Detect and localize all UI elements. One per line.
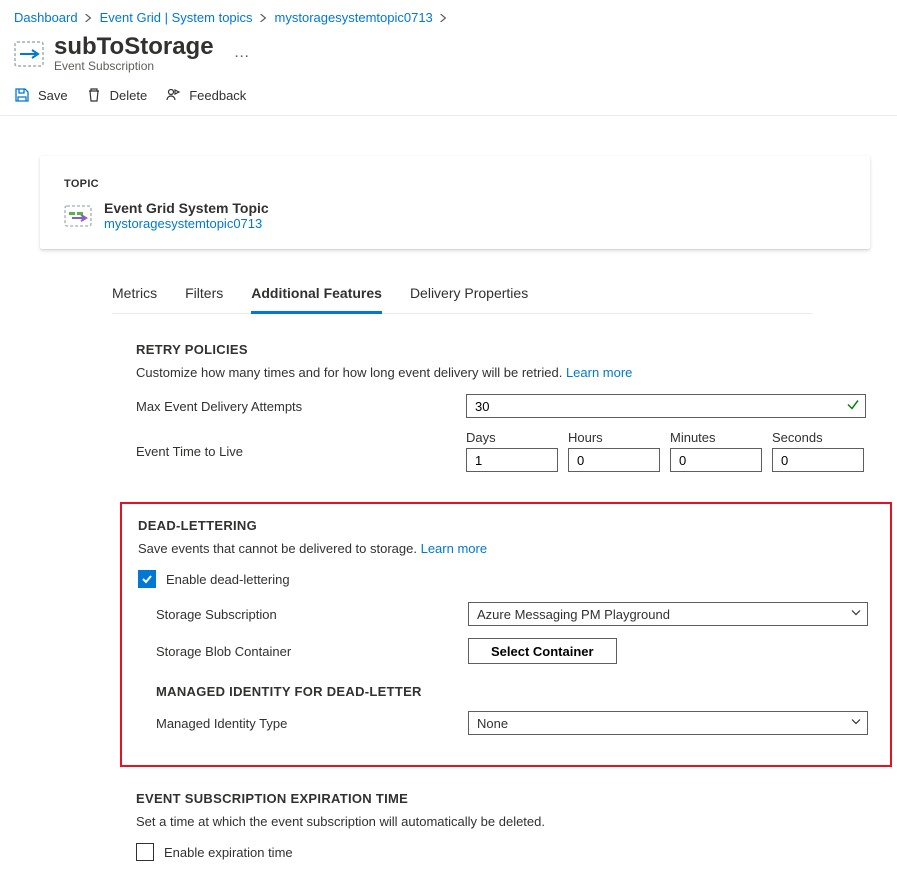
ttl-seconds-input[interactable] (772, 448, 864, 472)
row-managed-identity-type: Managed Identity Type None (138, 711, 874, 735)
tab-metrics[interactable]: Metrics (112, 277, 157, 313)
page-subtitle: Event Subscription (54, 59, 214, 73)
topic-title: Event Grid System Topic (104, 200, 269, 216)
save-label: Save (38, 88, 68, 103)
topic-card: TOPIC Event Grid System Topic mystorages… (40, 156, 870, 249)
ttl-minutes-input[interactable] (670, 448, 762, 472)
section-expiration: EVENT SUBSCRIPTION EXPIRATION TIME Set a… (136, 791, 881, 861)
breadcrumb-dashboard[interactable]: Dashboard (14, 10, 78, 25)
feedback-label: Feedback (189, 88, 246, 103)
retry-desc: Customize how many times and for how lon… (136, 365, 881, 380)
chevron-right-icon (439, 13, 449, 23)
row-storage-blob-container: Storage Blob Container Select Container (138, 638, 874, 664)
event-grid-topic-icon (64, 202, 92, 230)
expiration-heading: EVENT SUBSCRIPTION EXPIRATION TIME (136, 791, 881, 806)
ttl-label: Event Time to Live (136, 444, 466, 459)
enable-dead-lettering-label: Enable dead-lettering (166, 572, 290, 587)
chevron-right-icon (84, 13, 94, 23)
max-attempts-label: Max Event Delivery Attempts (136, 399, 466, 414)
section-dead-lettering: DEAD-LETTERING Save events that cannot b… (120, 502, 892, 767)
delete-icon (86, 87, 102, 103)
save-button[interactable]: Save (14, 87, 68, 103)
select-container-button[interactable]: Select Container (468, 638, 617, 664)
retry-learn-more-link[interactable]: Learn more (566, 365, 632, 380)
enable-expiration-checkbox[interactable]: Enable expiration time (136, 843, 881, 861)
ttl-days-input[interactable] (466, 448, 558, 472)
chevron-down-icon (850, 716, 862, 731)
delete-label: Delete (110, 88, 148, 103)
breadcrumb: Dashboard Event Grid | System topics mys… (0, 0, 897, 29)
page-header: subToStorage Event Subscription … (0, 29, 897, 77)
dead-letter-desc: Save events that cannot be delivered to … (138, 541, 874, 556)
enable-dead-lettering-checkbox[interactable]: Enable dead-lettering (138, 570, 874, 588)
tab-bar: Metrics Filters Additional Features Deli… (112, 277, 812, 314)
row-max-attempts: Max Event Delivery Attempts (136, 394, 881, 418)
ttl-seconds-label: Seconds (772, 430, 864, 445)
delete-button[interactable]: Delete (86, 87, 148, 103)
chevron-down-icon (850, 607, 862, 622)
expiration-desc: Set a time at which the event subscripti… (136, 814, 881, 829)
checkbox-checked-icon (138, 570, 156, 588)
tab-filters[interactable]: Filters (185, 277, 223, 313)
subscription-icon (14, 39, 44, 69)
ttl-minutes-label: Minutes (670, 430, 762, 445)
save-icon (14, 87, 30, 103)
check-icon (846, 398, 860, 415)
storage-blob-label: Storage Blob Container (156, 644, 468, 659)
row-storage-subscription: Storage Subscription Azure Messaging PM … (138, 602, 874, 626)
row-ttl: Event Time to Live Days Hours Minutes Se… (136, 430, 881, 472)
enable-expiration-label: Enable expiration time (164, 845, 293, 860)
ttl-hours-input[interactable] (568, 448, 660, 472)
chevron-right-icon (259, 13, 269, 23)
toolbar: Save Delete Feedback (0, 77, 897, 116)
storage-subscription-select[interactable]: Azure Messaging PM Playground (468, 602, 868, 626)
topic-link[interactable]: mystoragesystemtopic0713 (104, 216, 262, 231)
dead-letter-learn-more-link[interactable]: Learn more (421, 541, 487, 556)
managed-identity-select[interactable]: None (468, 711, 868, 735)
storage-subscription-label: Storage Subscription (156, 607, 468, 622)
managed-identity-heading: MANAGED IDENTITY FOR DEAD-LETTER (156, 684, 874, 699)
retry-heading: RETRY POLICIES (136, 342, 881, 357)
feedback-icon (165, 87, 181, 103)
topic-card-label: TOPIC (64, 178, 846, 190)
managed-identity-label: Managed Identity Type (156, 716, 468, 731)
content: RETRY POLICIES Customize how many times … (136, 342, 881, 861)
dead-letter-heading: DEAD-LETTERING (138, 518, 874, 533)
ttl-days-label: Days (466, 430, 558, 445)
ttl-hours-label: Hours (568, 430, 660, 445)
checkbox-unchecked-icon (136, 843, 154, 861)
breadcrumb-systemtopics[interactable]: Event Grid | System topics (100, 10, 253, 25)
more-actions-button[interactable]: … (234, 44, 251, 62)
page-title: subToStorage (54, 33, 214, 61)
feedback-button[interactable]: Feedback (165, 87, 246, 103)
breadcrumb-topicname[interactable]: mystoragesystemtopic0713 (275, 10, 433, 25)
section-retry-policies: RETRY POLICIES Customize how many times … (136, 342, 881, 472)
tab-delivery-properties[interactable]: Delivery Properties (410, 277, 528, 313)
tab-additional-features[interactable]: Additional Features (251, 277, 382, 314)
max-attempts-input[interactable] (466, 394, 866, 418)
